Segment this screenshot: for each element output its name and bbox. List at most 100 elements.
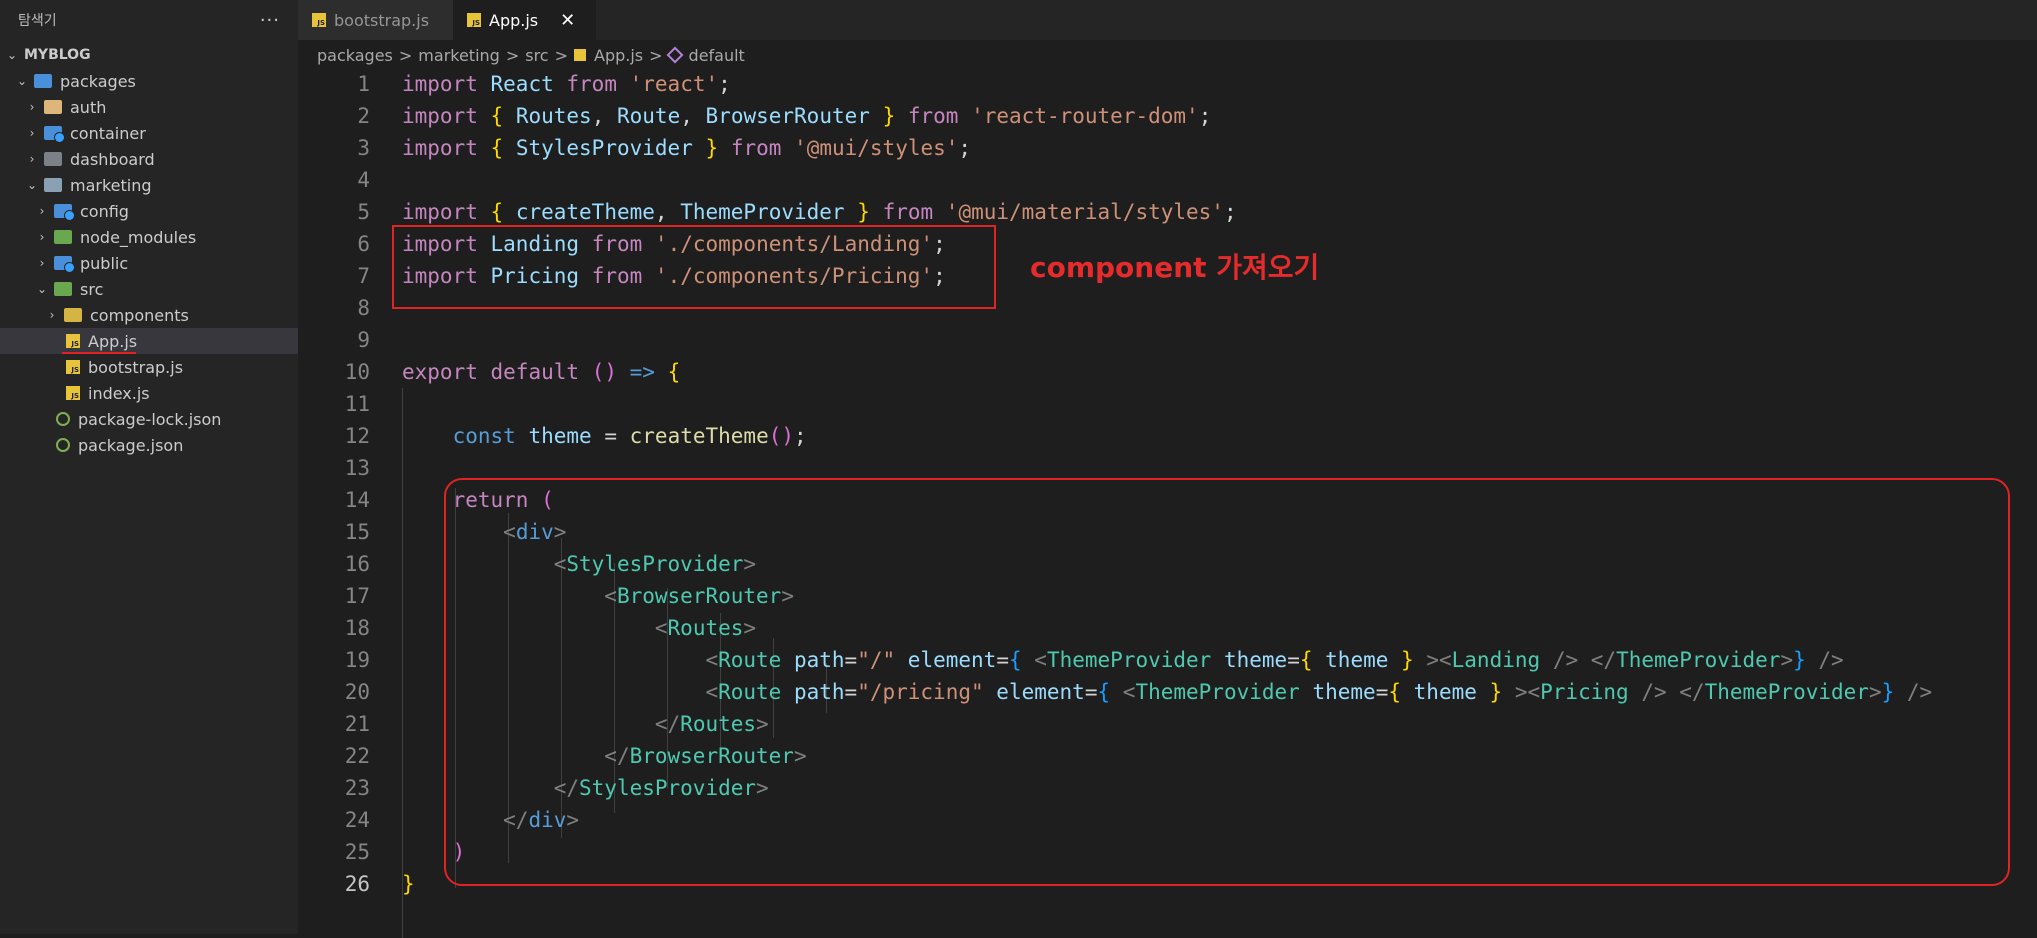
chevron-right-icon: › xyxy=(39,204,45,218)
tree-item-node-modules[interactable]: › node_modules xyxy=(0,224,298,250)
close-icon[interactable]: ✕ xyxy=(560,10,575,31)
tree-item-label: dashboard xyxy=(70,149,155,169)
line-number: 19 xyxy=(344,648,370,672)
tree-item-label: components xyxy=(90,305,189,325)
tree-item-label: package.json xyxy=(78,435,184,455)
tree-item-components[interactable]: › components xyxy=(0,302,298,328)
breadcrumb-item[interactable]: src xyxy=(525,46,548,65)
tree-item-label: bootstrap.js xyxy=(88,357,184,377)
line-number: 26 xyxy=(344,872,370,896)
code-line: 1 import React from 'react'; xyxy=(298,68,2037,100)
tree-item-config[interactable]: › config xyxy=(0,198,298,224)
explorer-header: 탐색기 ··· xyxy=(0,0,298,40)
line-number: 17 xyxy=(344,584,370,608)
chevron-down-icon: ⌄ xyxy=(26,178,38,192)
line-number: 22 xyxy=(344,744,370,768)
folder-icon xyxy=(64,308,82,322)
chevron-down-icon: ⌄ xyxy=(6,48,18,62)
tree-item-label: packages xyxy=(60,71,136,91)
line-content: import { createTheme, ThemeProvider } fr… xyxy=(402,200,1237,224)
tab-app-js[interactable]: JS App.js ✕ xyxy=(453,0,596,40)
line-content: import React from 'react'; xyxy=(402,72,731,96)
js-file-icon: JS xyxy=(66,334,80,348)
symbol-method-icon xyxy=(666,46,684,64)
tree-item-auth[interactable]: › auth xyxy=(0,94,298,120)
tree-item-marketing[interactable]: ⌄ marketing xyxy=(0,172,298,198)
line-content: export default () => { xyxy=(402,360,681,384)
highlight-box-return xyxy=(444,478,2010,886)
folder-open-icon xyxy=(44,178,62,192)
code-line: 12 const theme = createTheme(); xyxy=(298,420,2037,452)
code-line: 2 import { Routes, Route, BrowserRouter }… xyxy=(298,100,2037,132)
tree-item-public[interactable]: › public xyxy=(0,250,298,276)
json-file-icon xyxy=(56,438,70,452)
line-number: 20 xyxy=(344,680,370,704)
chevron-down-icon: ⌄ xyxy=(36,282,48,296)
tree-item-label: node_modules xyxy=(80,227,197,247)
folder-icon xyxy=(54,230,72,244)
breadcrumb-item[interactable]: default xyxy=(689,46,745,65)
code-line: 10 export default () => { xyxy=(298,356,2037,388)
line-content: } xyxy=(402,872,415,896)
line-number: 8 xyxy=(357,296,370,320)
tree-item-label: config xyxy=(80,201,129,221)
highlight-box-imports xyxy=(392,225,996,309)
js-file-icon xyxy=(574,49,586,61)
chevron-right-icon: › xyxy=(39,230,45,244)
tab-label: bootstrap.js xyxy=(334,10,430,30)
line-number: 23 xyxy=(344,776,370,800)
workspace-root[interactable]: ⌄ MYBLOG xyxy=(0,42,298,68)
chevron-right-icon: › xyxy=(29,100,35,114)
breadcrumb-item[interactable]: packages xyxy=(317,46,393,65)
code-line: 3 import { StylesProvider } from '@mui/st… xyxy=(298,132,2037,164)
annotation-text: component 가져오기 xyxy=(1030,251,1320,284)
tab-label: App.js xyxy=(489,10,539,30)
tree-item-package-json[interactable]: package.json xyxy=(0,432,298,458)
code-line: 5 import { createTheme, ThemeProvider } f… xyxy=(298,196,2037,228)
tree-item-app-js[interactable]: JS App.js xyxy=(0,328,298,354)
line-number: 18 xyxy=(344,616,370,640)
tree-item-label: container xyxy=(70,123,146,143)
line-number: 12 xyxy=(344,424,370,448)
breadcrumb: packages > marketing > src > App.js > de… xyxy=(317,42,745,68)
explorer-title: 탐색기 xyxy=(18,13,57,29)
js-file-icon: JS xyxy=(66,360,80,374)
tree-item-package-lock-json[interactable]: package-lock.json xyxy=(0,406,298,432)
chevron-right-icon: › xyxy=(29,152,35,166)
explorer-sidebar: 탐색기 ··· ⌄ MYBLOG ⌄ packages › auth › con… xyxy=(0,0,298,934)
line-number: 4 xyxy=(357,168,370,192)
line-number: 3 xyxy=(357,136,370,160)
folder-icon xyxy=(44,152,62,166)
more-actions-icon[interactable]: ··· xyxy=(260,10,280,31)
tree-item-label: auth xyxy=(70,97,107,117)
breadcrumb-item[interactable]: App.js xyxy=(594,46,643,65)
line-number: 16 xyxy=(344,552,370,576)
tree-item-bootstrap-js[interactable]: JS bootstrap.js xyxy=(0,354,298,380)
js-file-icon: JS xyxy=(467,13,481,27)
line-content: import { Routes, Route, BrowserRouter } … xyxy=(402,104,1212,128)
folder-icon xyxy=(44,126,65,143)
line-number: 9 xyxy=(357,328,370,352)
breadcrumb-separator: > xyxy=(505,45,520,65)
tree-item-src[interactable]: ⌄ src xyxy=(0,276,298,302)
tree-item-packages[interactable]: ⌄ packages xyxy=(0,68,298,94)
line-number: 13 xyxy=(344,456,370,480)
folder-icon xyxy=(44,100,62,114)
tree-item-label: App.js xyxy=(88,331,138,351)
tree-item-label: package-lock.json xyxy=(78,409,222,429)
code-line: 9 xyxy=(298,324,2037,356)
breadcrumb-item[interactable]: marketing xyxy=(418,46,500,65)
tree-item-index-js[interactable]: JS index.js xyxy=(0,380,298,406)
chevron-right-icon: › xyxy=(49,308,55,322)
line-number: 21 xyxy=(344,712,370,736)
line-content: import { StylesProvider } from '@mui/sty… xyxy=(402,136,972,160)
js-file-icon: JS xyxy=(66,386,80,400)
tree-item-dashboard[interactable]: › dashboard xyxy=(0,146,298,172)
breadcrumb-separator: > xyxy=(398,45,413,65)
tree-item-container[interactable]: › container xyxy=(0,120,298,146)
line-number: 24 xyxy=(344,808,370,832)
line-number: 5 xyxy=(357,200,370,224)
chevron-right-icon: › xyxy=(29,126,35,140)
tab-bootstrap-js[interactable]: JS bootstrap.js xyxy=(298,0,453,40)
annotation-underline xyxy=(62,352,136,354)
